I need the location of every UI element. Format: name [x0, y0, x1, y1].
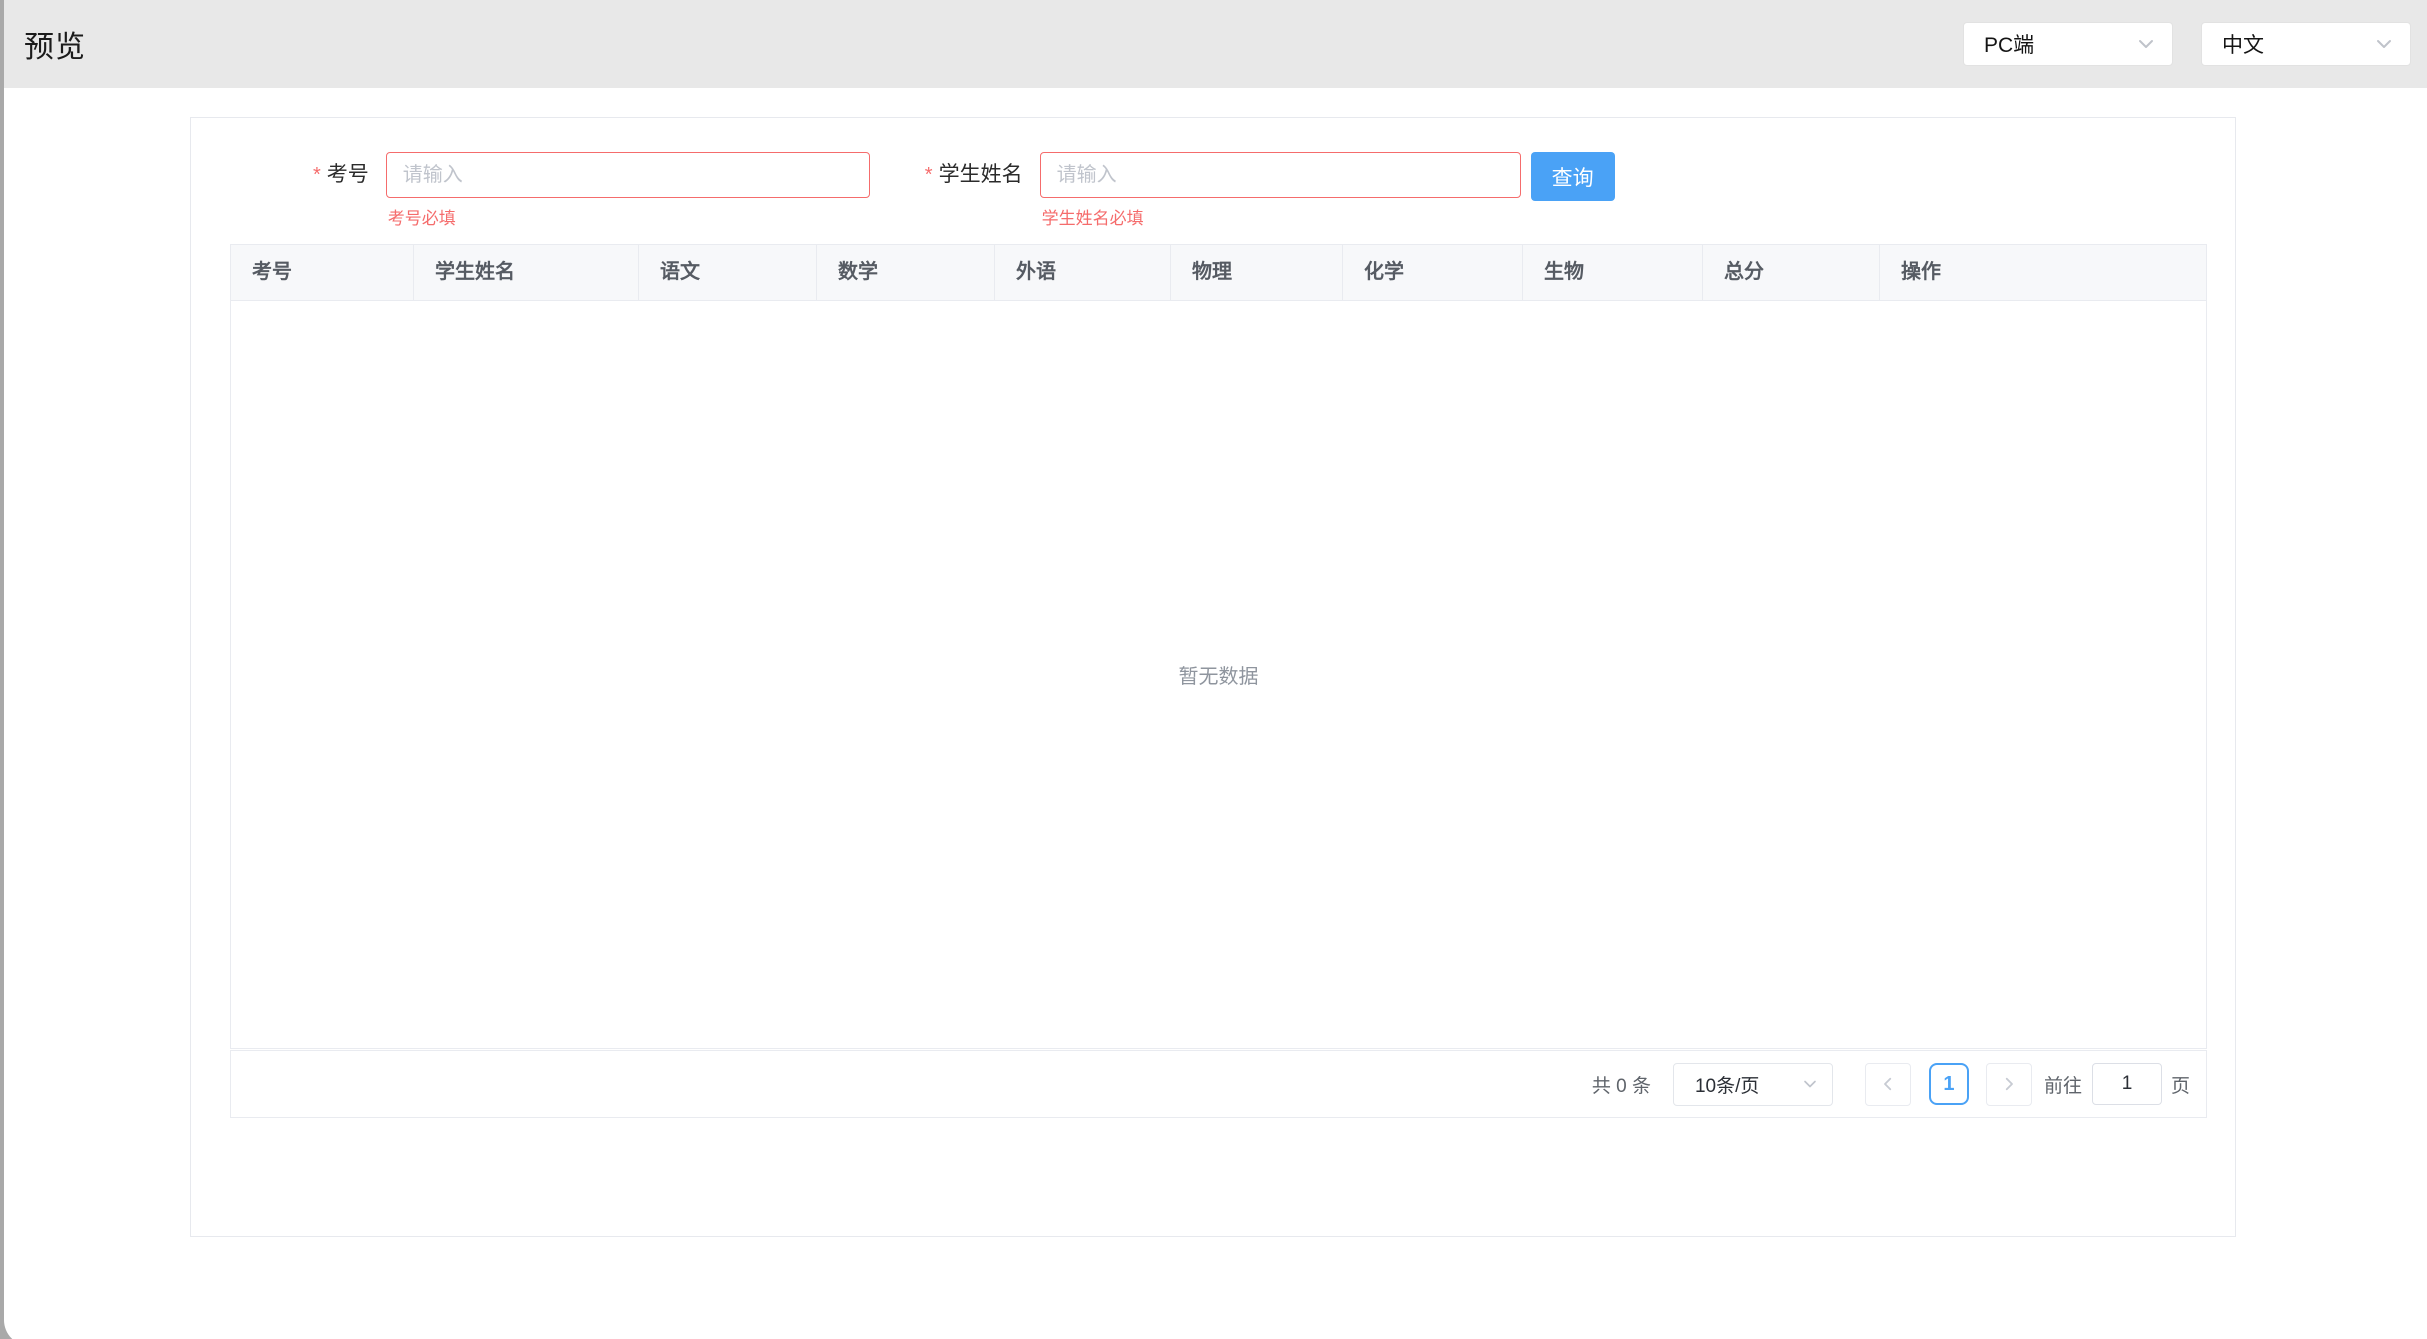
goto-page-input[interactable] [2092, 1063, 2162, 1105]
device-select-value: PC端 [1984, 29, 2034, 59]
column-header-physics: 物理 [1171, 245, 1343, 300]
column-header-chinese: 语文 [639, 245, 817, 300]
table-body: 暂无数据 [231, 301, 2206, 1048]
student-name-error: 学生姓名必填 [1042, 204, 1144, 229]
student-name-label: *学生姓名 [925, 152, 1023, 198]
chevron-down-icon [2134, 32, 2158, 56]
page-size-value: 10条/页 [1695, 1071, 1759, 1098]
dialog-header: 预览 PC端 中文 [4, 0, 2427, 88]
page-title: 预览 [24, 22, 86, 66]
student-name-input[interactable] [1040, 152, 1521, 198]
results-table: 考号 学生姓名 语文 数学 外语 物理 化学 生物 总分 操作 暂无数据 [230, 244, 2207, 1049]
pagination-bar: 共 0 条 10条/页 1 前 [230, 1050, 2207, 1118]
column-header-exam-number: 考号 [231, 245, 414, 300]
page-number-button[interactable]: 1 [1929, 1063, 1969, 1105]
page-background: 预览 PC端 中文 *考号 [0, 0, 2427, 1339]
exam-number-input[interactable] [386, 152, 870, 198]
goto-page-label: 前往 [2044, 1071, 2082, 1098]
column-header-total-score: 总分 [1703, 245, 1880, 300]
search-button[interactable]: 查询 [1531, 152, 1615, 201]
language-select-value: 中文 [2222, 29, 2264, 59]
chevron-right-icon [2000, 1075, 2018, 1093]
column-header-student-name: 学生姓名 [414, 245, 639, 300]
page-size-select[interactable]: 10条/页 [1673, 1063, 1833, 1106]
empty-state-text: 暂无数据 [1179, 660, 1259, 689]
required-asterisk: * [313, 164, 321, 186]
search-form: *考号 考号必填 *学生姓名 学生姓名必填 查询 [313, 152, 1615, 201]
chevron-down-icon [2372, 32, 2396, 56]
column-header-math: 数学 [817, 245, 995, 300]
content-card: *考号 考号必填 *学生姓名 学生姓名必填 查询 考号 [190, 117, 2236, 1237]
chevron-down-icon [1800, 1074, 1820, 1094]
prev-page-button[interactable] [1865, 1063, 1911, 1106]
chevron-left-icon [1879, 1075, 1897, 1093]
language-select[interactable]: 中文 [2201, 22, 2411, 66]
exam-number-error: 考号必填 [388, 204, 456, 229]
exam-number-label: *考号 [313, 152, 369, 198]
total-count: 共 0 条 [1592, 1071, 1651, 1098]
column-header-chemistry: 化学 [1343, 245, 1523, 300]
column-header-foreign-language: 外语 [995, 245, 1171, 300]
preview-dialog: 预览 PC端 中文 *考号 [4, 0, 2427, 1339]
table-header-row: 考号 学生姓名 语文 数学 外语 物理 化学 生物 总分 操作 [231, 245, 2206, 301]
next-page-button[interactable] [1986, 1063, 2032, 1106]
page-unit-label: 页 [2171, 1071, 2190, 1098]
column-header-actions: 操作 [1880, 245, 2206, 300]
column-header-biology: 生物 [1523, 245, 1703, 300]
required-asterisk: * [925, 164, 933, 186]
student-name-field: 学生姓名必填 [1040, 152, 1521, 198]
exam-number-field: 考号必填 [386, 152, 870, 198]
device-select[interactable]: PC端 [1963, 22, 2173, 66]
